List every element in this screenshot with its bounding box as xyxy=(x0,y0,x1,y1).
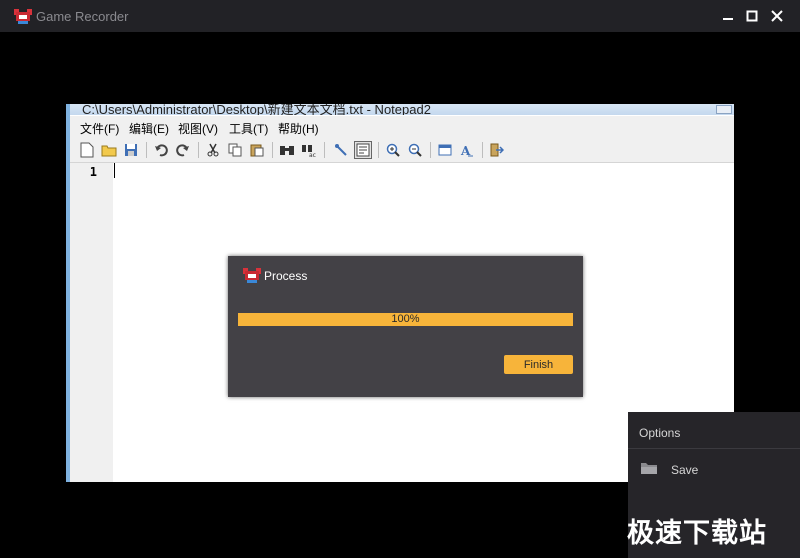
cut-icon[interactable] xyxy=(204,141,222,159)
open-folder-icon[interactable] xyxy=(100,141,118,159)
menu-view[interactable]: 视图(V) xyxy=(178,120,218,137)
app-title: Game Recorder xyxy=(36,9,129,24)
toolbar-separator xyxy=(324,142,325,158)
restore-icon xyxy=(716,105,732,114)
finish-button[interactable]: Finish xyxy=(504,355,573,374)
exit-icon[interactable] xyxy=(488,141,506,159)
svg-text:A: A xyxy=(460,144,471,157)
scheme-icon[interactable] xyxy=(354,141,372,159)
notepad-toolbar: ac A xyxy=(70,138,734,163)
redo-icon[interactable] xyxy=(174,141,192,159)
save-icon[interactable] xyxy=(122,141,140,159)
menu-edit[interactable]: 编辑(E) xyxy=(129,120,169,137)
toolbar-separator xyxy=(272,142,273,158)
notepad-titlebar: C:\Users\Administrator\Desktop\新建文本文档.tx… xyxy=(70,104,734,115)
notepad-title: C:\Users\Administrator\Desktop\新建文本文档.tx… xyxy=(82,104,431,115)
minimize-icon xyxy=(723,18,733,20)
replace-icon[interactable]: ac xyxy=(300,141,318,159)
process-dialog: Process 100% Finish xyxy=(228,256,583,397)
toolbar-separator xyxy=(430,142,431,158)
find-icon[interactable] xyxy=(278,141,296,159)
notepad-menubar: 文件(F) 编辑(E) 视图(V) 工具(T) 帮助(H) xyxy=(70,116,734,138)
copy-icon[interactable] xyxy=(226,141,244,159)
toolbar-separator xyxy=(146,142,147,158)
toolbar-separator xyxy=(198,142,199,158)
undo-icon[interactable] xyxy=(152,141,170,159)
save-option[interactable]: Save xyxy=(628,458,800,480)
save-label: Save xyxy=(671,463,699,477)
close-icon xyxy=(771,10,783,22)
folder-icon xyxy=(640,461,658,480)
progress-text: 100% xyxy=(391,313,420,325)
menu-help[interactable]: 帮助(H) xyxy=(278,120,319,137)
dialog-title: Process xyxy=(264,269,308,283)
options-title: Options xyxy=(639,426,681,440)
toolbar-separator xyxy=(482,142,483,158)
text-caret xyxy=(114,163,115,178)
view-icon[interactable] xyxy=(436,141,454,159)
maximize-icon xyxy=(746,10,758,22)
progress-bar: 100% xyxy=(238,313,573,326)
paste-icon[interactable] xyxy=(248,141,266,159)
close-button[interactable] xyxy=(766,6,788,26)
toolbar-separator xyxy=(378,142,379,158)
app-logo-icon xyxy=(14,9,32,24)
font-icon[interactable]: A xyxy=(458,141,476,159)
options-header: Options xyxy=(628,412,800,449)
zoom-in-icon[interactable] xyxy=(384,141,402,159)
app-logo-icon xyxy=(243,268,261,283)
svg-text:ac: ac xyxy=(309,152,316,157)
line-number-gutter: 1 xyxy=(70,163,113,482)
new-file-icon[interactable] xyxy=(78,141,96,159)
zoom-out-icon[interactable] xyxy=(406,141,424,159)
maximize-button[interactable] xyxy=(741,6,763,26)
menu-file[interactable]: 文件(F) xyxy=(80,120,119,137)
menu-tools[interactable]: 工具(T) xyxy=(229,120,268,137)
word-wrap-icon[interactable] xyxy=(332,141,350,159)
watermark: 极速下载站 xyxy=(627,518,767,549)
title-bar: Game Recorder xyxy=(0,0,800,32)
line-number: 1 xyxy=(89,165,97,179)
minimize-button[interactable] xyxy=(717,6,739,26)
